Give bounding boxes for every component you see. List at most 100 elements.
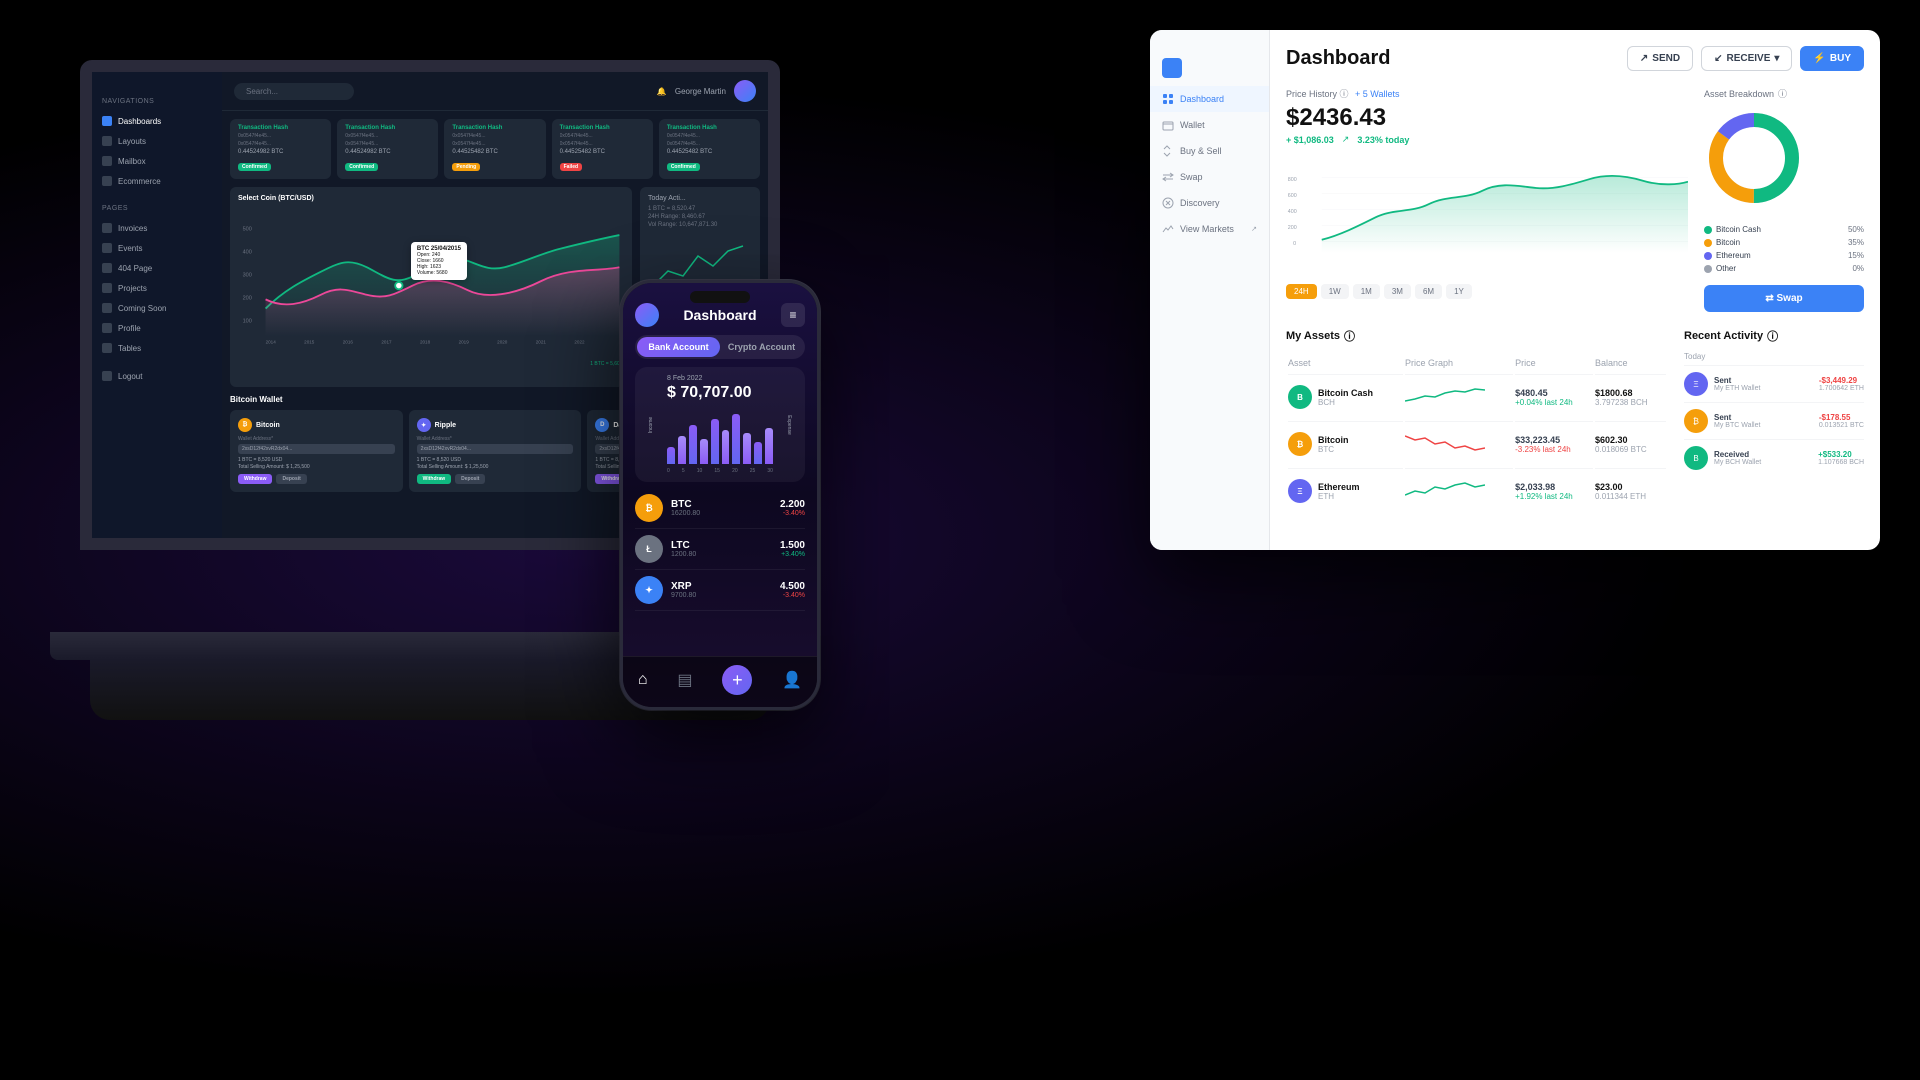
withdraw-btn-1[interactable]: Withdraw (417, 474, 451, 484)
phone-coin-xrp: ✦ XRP 9700.80 4.500 -3.40% (635, 570, 805, 611)
phone-tab-crypto[interactable]: Crypto Account (720, 337, 803, 357)
legend-name-other: Other (1716, 264, 1736, 273)
phone-dashboard-title: Dashboard (683, 307, 756, 323)
desktop-nav-discovery[interactable]: Discovery (1150, 190, 1269, 216)
legend-dot-eth (1704, 252, 1712, 260)
tx-badge-1: Confirmed (345, 163, 378, 171)
activity-amount-0: -$3,449.29 (1819, 376, 1864, 385)
wallet-rate-1: 1 BTC = 8,520 USD (417, 457, 574, 463)
tx-amount-2: 0.44525482 BTC (452, 149, 537, 155)
sidebar-item-layouts[interactable]: Layouts (92, 131, 222, 151)
sidebar-item-dashboards[interactable]: Dashboards (92, 111, 222, 131)
svg-text:2018: 2018 (420, 339, 431, 344)
phone-tab-bank[interactable]: Bank Account (637, 337, 720, 357)
sidebar-item-coming-soon[interactable]: Coming Soon (92, 298, 222, 318)
desktop-dashboard-icon (1162, 93, 1174, 105)
tab-6m[interactable]: 6M (1415, 284, 1442, 299)
desktop-nav-markets[interactable]: View Markets ↗ (1150, 216, 1269, 242)
activity-btc-icon-1: ₿ (1684, 409, 1708, 433)
dashboards-icon (102, 116, 112, 126)
phone-add-button[interactable]: + (722, 665, 752, 695)
desktop-swap-button[interactable]: ⇄ Swap (1704, 285, 1864, 312)
phone-chart-area: Income 8 Feb 2022 $ 70,707.00 (635, 367, 805, 482)
tab-1m[interactable]: 1M (1353, 284, 1380, 299)
svg-text:2021: 2021 (536, 339, 547, 344)
notification-icon[interactable]: 🔔 (657, 87, 667, 96)
phone-menu-button[interactable]: ≡ (781, 303, 805, 327)
laptop-search[interactable]: Search... (234, 83, 354, 100)
activity-bch-icon-2: B (1684, 446, 1708, 470)
desktop-discovery-icon (1162, 197, 1174, 209)
phone-profile-icon[interactable]: 👤 (782, 670, 802, 690)
btc-chart-svg: 500 400 300 200 100 (238, 206, 624, 356)
wallet-address-label-1: Wallet Address* (417, 436, 574, 442)
phone-xrp-price: 9700.80 (671, 592, 696, 599)
tx-card-0: Transaction Hash 0x0547f4e45... 0x0547f4… (230, 119, 331, 179)
receive-button[interactable]: ↙ RECEIVE ▾ (1701, 46, 1792, 71)
tx-label-0: Transaction Hash (238, 125, 323, 131)
wallet-card-btc: ₿ Bitcoin Wallet Address* 2xsD12f42xvR2d… (230, 410, 403, 492)
bch-change: +0.04% last 24h (1515, 398, 1593, 407)
sidebar-item-mailbox[interactable]: Mailbox (92, 151, 222, 171)
bar-7 (732, 414, 740, 464)
tx-badge-4: Confirmed (667, 163, 700, 171)
tx-badge-3: Failed (560, 163, 582, 171)
sidebar-item-logout[interactable]: Logout (92, 366, 222, 386)
withdraw-btn-0[interactable]: Withdraw (238, 474, 272, 484)
chart-tooltip: BTC 25/04/2015 Open: 240 Close: 1660 Hig… (411, 242, 467, 280)
tx-hash-3b: 0x0547f4e45... (560, 141, 645, 147)
tx-hash-4: 0x0547f4e45... (667, 133, 752, 139)
eth-price: $2,033.98 (1515, 482, 1593, 492)
phone-ltc-change: +3.40% (780, 551, 805, 558)
phone-xrp-icon: ✦ (635, 576, 663, 604)
desktop-wallet-icon (1162, 119, 1174, 131)
bar-10 (765, 428, 773, 464)
sidebar-item-events[interactable]: Events (92, 238, 222, 258)
tab-24h[interactable]: 24H (1286, 284, 1317, 299)
legend-name-btc: Bitcoin (1716, 238, 1740, 247)
buy-button[interactable]: ⚡ BUY (1800, 46, 1864, 71)
desktop-action-buttons: ↗ SEND ↙ RECEIVE ▾ ⚡ BUY (1627, 46, 1864, 71)
tab-1w[interactable]: 1W (1321, 284, 1349, 299)
tx-hash-3: 0x0547f4e45... (560, 133, 645, 139)
svg-text:300: 300 (243, 272, 252, 278)
phone-btc-price: 16200.80 (671, 510, 700, 517)
deposit-btn-0[interactable]: Deposit (276, 474, 306, 484)
phone-chart-date: 8 Feb 2022 (667, 375, 773, 382)
sidebar-item-ecommerce[interactable]: Ecommerce (92, 171, 222, 191)
phone-home-icon[interactable]: ⌂ (638, 671, 648, 689)
btc-wallet-name: Bitcoin (256, 422, 280, 429)
activity-type-0: Sent (1714, 376, 1760, 385)
desktop-nav-swap[interactable]: Swap (1150, 164, 1269, 190)
send-button[interactable]: ↗ SEND (1627, 46, 1693, 71)
bar-9 (754, 442, 762, 464)
deposit-btn-1[interactable]: Deposit (455, 474, 485, 484)
col-price-graph: Price Graph (1405, 354, 1513, 372)
sidebar-item-projects[interactable]: Projects (92, 278, 222, 298)
legend-dot-bch (1704, 226, 1712, 234)
svg-text:2022: 2022 (574, 339, 585, 344)
xrp-wallet-name: Ripple (435, 422, 456, 429)
desktop-nav-dashboard[interactable]: Dashboard (1150, 86, 1269, 112)
sidebar-item-tables[interactable]: Tables (92, 338, 222, 358)
sidebar-item-profile[interactable]: Profile (92, 318, 222, 338)
sidebar-item-404[interactable]: 404 Page (92, 258, 222, 278)
desktop-app-container: Dashboard Wallet Buy & Sell Swap (1150, 30, 1880, 550)
svg-text:500: 500 (243, 226, 252, 232)
tab-3m[interactable]: 3M (1384, 284, 1411, 299)
activity-item-0: Ξ Sent My ETH Wallet -$3,449.29 1.700642… (1684, 365, 1864, 402)
tx-hash-1: 0x0547f4e45... (345, 133, 430, 139)
desktop-nav-buy-sell[interactable]: Buy & Sell (1150, 138, 1269, 164)
desktop-nav-wallet[interactable]: Wallet (1150, 112, 1269, 138)
phone-wallet-icon[interactable]: ▤ (677, 670, 692, 690)
svg-text:100: 100 (243, 318, 252, 324)
sidebar-item-invoices[interactable]: Invoices (92, 218, 222, 238)
bar-5 (711, 419, 719, 464)
desktop-buy-sell-icon (1162, 145, 1174, 157)
desktop-main: Dashboard ↗ SEND ↙ RECEIVE ▾ ⚡ BUY (1270, 30, 1880, 550)
svg-text:2020: 2020 (497, 339, 508, 344)
tx-card-1: Transaction Hash 0x0547f4e45... 0x0547f4… (337, 119, 438, 179)
tab-1y[interactable]: 1Y (1446, 284, 1472, 299)
activity-wallet-2: My BCH Wallet (1714, 459, 1761, 466)
legend-pct-btc: 35% (1848, 238, 1864, 247)
